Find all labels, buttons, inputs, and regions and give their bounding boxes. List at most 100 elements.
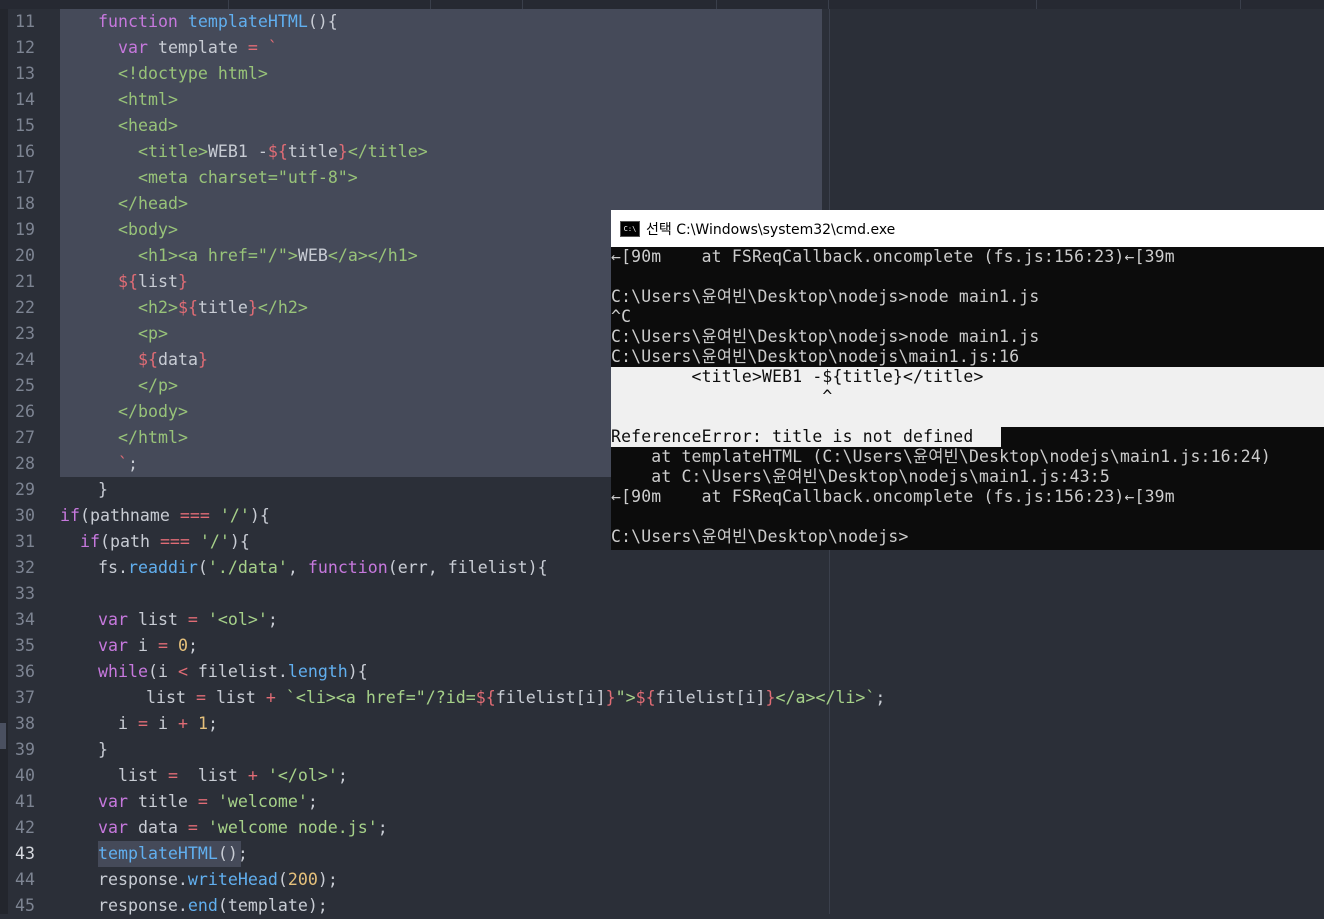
code-token: 200 bbox=[287, 870, 318, 889]
code-line[interactable]: 17 <meta charset="utf-8"> bbox=[8, 165, 1324, 191]
code-text: list = list + `<li><a href="/?id=${filel… bbox=[146, 685, 885, 711]
code-line[interactable]: 44 response.writeHead(200); bbox=[8, 867, 1324, 893]
code-token: templateHTML bbox=[98, 844, 218, 863]
code-line[interactable]: 35 var i = 0; bbox=[8, 633, 1324, 659]
code-text: ${list} bbox=[118, 269, 188, 295]
line-number: 12 bbox=[15, 38, 35, 57]
cmd-output-line: ←[90m at FSReqCallback.oncomplete (fs.js… bbox=[611, 487, 1175, 506]
code-token: </p> bbox=[138, 376, 178, 395]
tab-divider bbox=[1240, 0, 1241, 9]
code-text: </head> bbox=[118, 191, 188, 217]
code-text: var title = 'welcome'; bbox=[98, 789, 318, 815]
code-line[interactable]: 42 var data = 'welcome node.js'; bbox=[8, 815, 1324, 841]
code-token: = bbox=[195, 688, 206, 707]
code-token: title bbox=[287, 142, 338, 161]
cmd-title: 선택 C:\Windows\system32\cmd.exe bbox=[646, 222, 896, 238]
code-token: title bbox=[197, 298, 248, 317]
code-token: fs. bbox=[98, 558, 128, 577]
code-token: ; bbox=[875, 688, 886, 707]
code-line[interactable]: 11 function templateHTML(){ bbox=[8, 9, 1324, 35]
code-line[interactable]: 37 list = list + `<li><a href="/?id=${fil… bbox=[8, 685, 1324, 711]
scroll-gutter[interactable] bbox=[0, 9, 8, 914]
code-token: </body> bbox=[118, 402, 188, 421]
code-token: </h2> bbox=[257, 298, 308, 317]
code-token: var bbox=[98, 792, 138, 811]
code-line[interactable]: 33 bbox=[8, 581, 1324, 607]
code-token: list bbox=[146, 688, 196, 707]
cmd-output-line bbox=[611, 407, 1324, 427]
line-number: 11 bbox=[15, 12, 35, 31]
code-text: <head> bbox=[118, 113, 178, 139]
code-token: <h2> bbox=[138, 298, 178, 317]
code-line[interactable]: 12 var template = ` bbox=[8, 35, 1324, 61]
cmd-window[interactable]: C:\ 선택 C:\Windows\system32\cmd.exe ←[90m… bbox=[611, 210, 1324, 550]
code-token: } bbox=[98, 740, 108, 759]
tab-divider bbox=[828, 0, 829, 9]
code-token: } bbox=[765, 688, 776, 707]
code-token: list bbox=[118, 766, 168, 785]
code-token: './data' bbox=[207, 558, 288, 577]
code-token: = bbox=[137, 714, 148, 733]
cmd-output-line: ^ bbox=[611, 387, 833, 406]
code-token: ){ bbox=[249, 506, 270, 525]
code-token: ; bbox=[128, 454, 138, 473]
code-line[interactable]: 40 list = list + '</ol>'; bbox=[8, 763, 1324, 789]
code-token: end bbox=[187, 896, 218, 915]
cmd-titlebar[interactable]: C:\ 선택 C:\Windows\system32\cmd.exe bbox=[611, 210, 1324, 247]
code-text: response.end(template); bbox=[98, 893, 328, 919]
code-line[interactable]: 45 response.end(template); bbox=[8, 893, 1324, 919]
code-token: </head> bbox=[118, 194, 188, 213]
code-line[interactable]: 43 templateHTML(); bbox=[8, 841, 1324, 867]
line-number: 26 bbox=[15, 402, 35, 421]
code-text: var list = '<ol>'; bbox=[98, 607, 278, 633]
code-line[interactable]: 34 var list = '<ol>'; bbox=[8, 607, 1324, 633]
code-line[interactable]: 39} bbox=[8, 737, 1324, 763]
line-number: 20 bbox=[15, 246, 35, 265]
cmd-output-line: ^C bbox=[611, 307, 632, 326]
code-line[interactable]: 14 <html> bbox=[8, 87, 1324, 113]
code-token: } bbox=[337, 142, 348, 161]
code-token: } bbox=[98, 480, 108, 499]
line-number: 40 bbox=[15, 766, 35, 785]
code-token: template bbox=[157, 38, 248, 57]
line-number: 24 bbox=[15, 350, 35, 369]
code-token: (err, filelist){ bbox=[387, 558, 548, 577]
code-token: title bbox=[137, 792, 198, 811]
line-number: 14 bbox=[15, 90, 35, 109]
cmd-icon: C:\ bbox=[620, 221, 640, 237]
code-token: list bbox=[137, 610, 188, 629]
code-text: } bbox=[98, 737, 108, 763]
code-token: 1 bbox=[197, 714, 208, 733]
code-token: (template); bbox=[217, 896, 328, 915]
code-line[interactable]: 13 <!doctype html> bbox=[8, 61, 1324, 87]
line-number: 45 bbox=[15, 896, 35, 915]
line-number: 25 bbox=[15, 376, 35, 395]
code-line[interactable]: 16 <title>WEB1 -${title}</title> bbox=[8, 139, 1324, 165]
code-token: var bbox=[98, 610, 138, 629]
code-token: , bbox=[287, 558, 308, 577]
line-number: 17 bbox=[15, 168, 35, 187]
code-token: filelist[i] bbox=[495, 688, 606, 707]
code-token: } bbox=[177, 272, 188, 291]
line-number: 41 bbox=[15, 792, 35, 811]
code-token: readdir bbox=[127, 558, 198, 577]
code-line[interactable]: 32 fs.readdir('./data', function(err, fil… bbox=[8, 555, 1324, 581]
code-text: while(i < filelist.length){ bbox=[98, 659, 368, 685]
code-token: } bbox=[247, 298, 258, 317]
line-number: 33 bbox=[15, 584, 35, 603]
code-line[interactable]: 36 while(i < filelist.length){ bbox=[8, 659, 1324, 685]
cmd-output[interactable]: ←[90m at FSReqCallback.oncomplete (fs.js… bbox=[611, 247, 1324, 550]
code-token: = bbox=[157, 636, 178, 655]
code-token: '/' bbox=[199, 532, 230, 551]
cmd-output-line: C:\Users\윤여빈\Desktop\nodejs> bbox=[611, 527, 909, 546]
code-token: var bbox=[98, 818, 138, 837]
code-line[interactable]: 41 var title = 'welcome'; bbox=[8, 789, 1324, 815]
code-line[interactable]: 38 i = i + 1; bbox=[8, 711, 1324, 737]
code-token: i bbox=[147, 714, 178, 733]
code-token: ( bbox=[277, 870, 288, 889]
code-text: var template = ` bbox=[118, 35, 278, 61]
code-text: } bbox=[98, 477, 108, 503]
code-line[interactable]: 15 <head> bbox=[8, 113, 1324, 139]
code-text: `; bbox=[118, 451, 138, 477]
